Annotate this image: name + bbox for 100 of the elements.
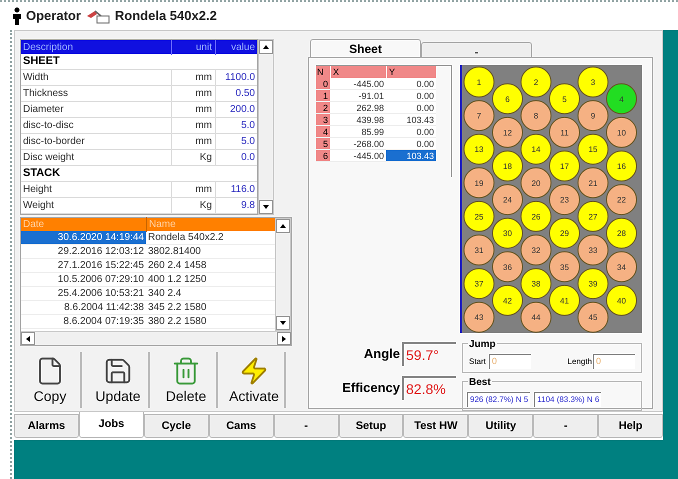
table-cell-text: disc-to-border — [22, 135, 86, 149]
scroll-down-icon[interactable] — [259, 200, 273, 214]
disc: 12 — [492, 116, 523, 148]
table-cell-text: Thickness — [22, 87, 70, 101]
job-row[interactable]: 30.6.2020 14:19:44 Rondela 540x2.2 — [21, 231, 275, 245]
best-option[interactable]: 926 (82.7%) N 5 — [467, 392, 530, 407]
job-row[interactable]: 10.5.2006 07:29:10 400 1.2 1250 — [21, 273, 275, 287]
disc: 40 — [606, 284, 637, 316]
disc: 37 — [464, 268, 494, 300]
scroll-up-icon[interactable] — [276, 219, 290, 233]
table-cell: 103.43 — [386, 150, 436, 161]
disc: 42 — [492, 284, 523, 316]
disc: 18 — [492, 150, 523, 182]
table-cell: 5.0 — [215, 118, 257, 133]
scrollbar[interactable] — [258, 39, 274, 215]
tab[interactable]: - — [274, 414, 339, 438]
disc: 13 — [464, 134, 494, 165]
column-header: Description — [22, 40, 74, 54]
table-cell-text: 0.00 — [415, 138, 435, 149]
job-row[interactable]: 8.6.2004 11:42:38 345 2.2 1580 — [21, 301, 275, 315]
job-row[interactable]: 8.6.2004 07:19:35 380 2.2 1580 — [21, 315, 275, 329]
tab[interactable]: Sheet — [310, 39, 421, 57]
person-icon — [12, 7, 22, 25]
disc: 20 — [520, 167, 552, 198]
table-cell: 0.50 — [215, 86, 257, 101]
tab[interactable]: Setup — [338, 414, 404, 438]
table-cell-text: -445.00 — [352, 78, 385, 89]
scroll-left-icon[interactable] — [21, 332, 35, 345]
disc: 16 — [606, 150, 637, 182]
tab[interactable]: Test HW — [403, 414, 468, 438]
action-button[interactable]: Update — [88, 352, 150, 408]
table-cell-text: disc-to-disc — [22, 119, 75, 133]
recycle-bin-icon — [171, 356, 201, 386]
column-header: Y — [386, 66, 436, 78]
table-cell-text: 25.4.2006 10:53:21 — [56, 287, 145, 300]
table-cell-text: 0.00 — [415, 90, 435, 101]
job-row[interactable]: 25.4.2006 10:53:21 340 2.4 — [21, 287, 275, 301]
machine-icon — [84, 8, 111, 24]
scroll-up-icon[interactable] — [259, 40, 273, 54]
scroll-down-icon[interactable] — [276, 316, 290, 330]
disc: 17 — [549, 150, 580, 182]
table-cell-text: Width — [22, 71, 50, 85]
table-cell-text: 262.98 — [355, 102, 385, 113]
table-cell: 30.6.2020 14:19:44 — [21, 231, 146, 244]
disc: 32 — [520, 234, 552, 266]
table-cell-text: Weight — [22, 199, 55, 213]
disc: 43 — [464, 302, 494, 333]
table-cell-text: 380 2.2 1580 — [147, 315, 206, 329]
job-row[interactable]: 27.1.2016 15:22:45 260 2.4 1458 — [21, 259, 275, 273]
scrollbar[interactable] — [275, 218, 291, 331]
job-row[interactable]: 29.2.2016 12:03:12 3802.81400 — [21, 245, 275, 259]
table-cell: 9.8 — [215, 198, 257, 213]
table-cell: Kg — [171, 198, 215, 213]
table-cell: mm — [171, 102, 215, 117]
tab[interactable]: Cycle — [144, 414, 209, 438]
table-cell-text: 3802.81400 — [147, 245, 201, 259]
disc: 11 — [549, 116, 580, 148]
tab[interactable]: - — [421, 42, 532, 57]
tab[interactable]: Alarms — [14, 414, 79, 438]
table-cell-text: 340 2.4 — [147, 287, 182, 301]
disc: 1 — [464, 66, 494, 98]
table-cell-text: 439.98 — [355, 114, 385, 125]
section-heading: STACK — [22, 166, 60, 182]
disc: 5 — [549, 83, 580, 114]
disc: 24 — [492, 184, 523, 216]
table-cell-text: -91.01 — [357, 90, 385, 101]
disc: 35 — [549, 251, 580, 282]
row-number-cell: 5 — [316, 138, 330, 149]
disc: 31 — [464, 234, 494, 266]
table-cell-text: 10.5.2006 07:29:10 — [56, 273, 145, 286]
group-title: Jump — [468, 337, 497, 352]
action-button[interactable]: Delete — [156, 352, 218, 408]
table-cell-text: 103.43 — [405, 114, 435, 125]
disc: 44 — [520, 302, 552, 333]
tab[interactable]: Cams — [208, 414, 274, 438]
column-header: unit — [171, 40, 215, 54]
table-cell-text: 0.00 — [415, 102, 435, 113]
lightning-icon — [239, 356, 269, 386]
length-label: Length — [568, 356, 592, 368]
table-cell: 116.0 — [215, 182, 257, 197]
tab[interactable]: Jobs — [78, 412, 144, 438]
table-cell: mm — [171, 86, 215, 101]
disc: 14 — [520, 134, 552, 165]
row-number-cell: 1 — [316, 90, 330, 101]
tab[interactable]: Utility — [468, 414, 534, 438]
table-cell: 200.0 — [215, 102, 257, 117]
disc: 8 — [520, 100, 552, 132]
column-header: value — [215, 40, 257, 54]
action-button[interactable]: Copy — [20, 352, 82, 408]
action-button[interactable]: Activate — [224, 352, 286, 408]
horizontal-scrollbar[interactable] — [21, 331, 291, 345]
table-cell-text: 0.00 — [415, 78, 435, 89]
tab[interactable]: Help — [598, 414, 664, 438]
table-cell: 5.0 — [215, 134, 257, 149]
best-option[interactable]: 1104 (83.3%) N 6 — [534, 392, 602, 407]
efficiency-field: 82.8% — [402, 376, 456, 400]
disc: 6 — [492, 83, 523, 114]
disc: 4 — [606, 83, 637, 114]
tab[interactable]: - — [533, 414, 598, 438]
scroll-right-icon[interactable] — [277, 332, 291, 345]
